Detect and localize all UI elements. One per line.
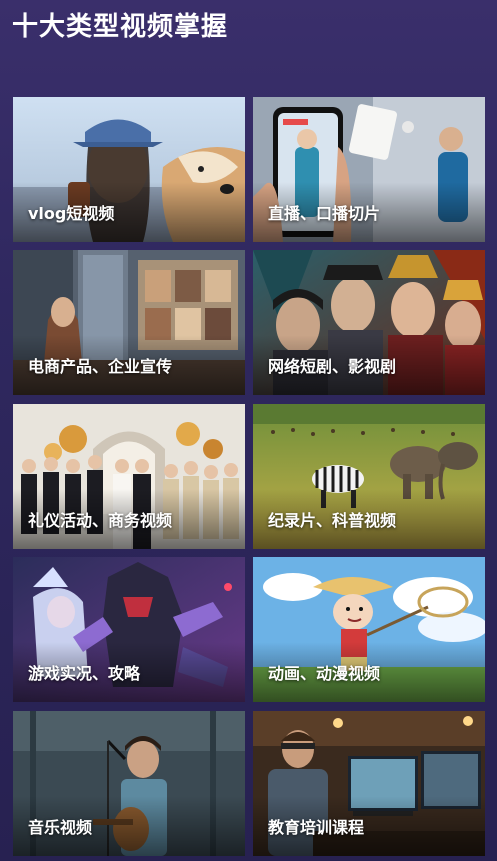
card-ecommerce[interactable]: 电商产品、企业宣传 (13, 250, 245, 395)
card-label: 动画、动漫视频 (268, 664, 381, 683)
page-title: 十大类型视频掌握 (12, 12, 229, 42)
card-ceremony[interactable]: 礼仪活动、商务视频 (13, 404, 245, 549)
card-music[interactable]: 音乐视频 (13, 711, 245, 856)
card-label: 直播、口播切片 (268, 204, 381, 223)
card-label: 网络短剧、影视剧 (268, 357, 397, 376)
card-education[interactable]: 教育培训课程 (253, 711, 485, 856)
card-label: vlog短视频 (28, 204, 115, 223)
card-live-stream[interactable]: 直播、口播切片 (253, 97, 485, 242)
card-label: 礼仪活动、商务视频 (28, 511, 173, 530)
card-documentary[interactable]: 纪录片、科普视频 (253, 404, 485, 549)
card-label: 音乐视频 (28, 818, 93, 837)
card-game[interactable]: 游戏实况、攻略 (13, 557, 245, 702)
card-vlog[interactable]: vlog短视频 (13, 97, 245, 242)
video-type-grid: vlog短视频 直播、口播切片 电商产品、企业宣传 网络短剧、影视剧 礼仪活动、… (13, 97, 485, 857)
card-label: 游戏实况、攻略 (28, 664, 141, 683)
card-animation[interactable]: 动画、动漫视频 (253, 557, 485, 702)
card-label: 电商产品、企业宣传 (28, 357, 173, 376)
card-drama[interactable]: 网络短剧、影视剧 (253, 250, 485, 395)
card-label: 纪录片、科普视频 (268, 511, 397, 530)
card-label: 教育培训课程 (268, 818, 365, 837)
